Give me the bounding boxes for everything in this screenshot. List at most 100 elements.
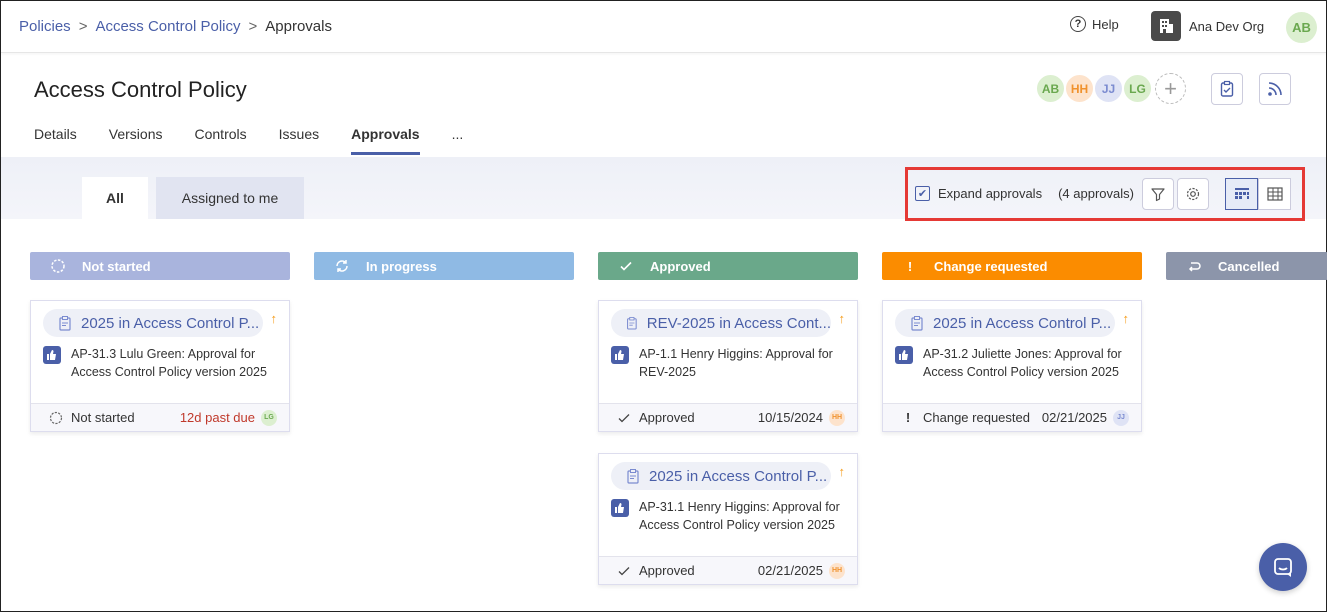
table-view-button[interactable]: [1258, 178, 1291, 210]
column-header-change-requested: ! Change requested: [882, 252, 1142, 280]
tab-more[interactable]: ...: [452, 126, 464, 155]
approval-card[interactable]: 2025 in Access Control P... ↑ AP-31.1 He…: [598, 453, 858, 585]
card-description-line: Access Control Policy version 2025: [923, 365, 1119, 379]
checkbox-checked-icon[interactable]: ✔: [915, 186, 930, 201]
exclamation-icon: !: [905, 410, 911, 425]
card-description: AP-1.1 Henry Higgins: Approval for REV-20…: [611, 345, 833, 381]
priority-arrow-icon: ↑: [270, 311, 278, 326]
member-avatar[interactable]: AB: [1035, 73, 1066, 104]
check-icon: [618, 566, 630, 575]
breadcrumb-separator: >: [78, 18, 88, 35]
approval-card[interactable]: 2025 in Access Control P... ↑ AP-31.2 Ju…: [882, 300, 1142, 432]
column-header-approved: Approved: [598, 252, 858, 280]
clipboard-icon: [911, 316, 923, 331]
card-title: 2025 in Access Control P...: [649, 467, 828, 485]
card-description: AP-31.3 Lulu Green: Approval for Access C…: [43, 345, 267, 381]
card-description-line: Access Control Policy version 2025: [71, 365, 267, 379]
check-icon: [620, 261, 632, 271]
chat-launcher-button[interactable]: [1259, 543, 1307, 591]
card-footer: Approved 02/21/2025 HH: [599, 556, 857, 584]
card-title: REV-2025 in Access Cont...: [646, 314, 831, 332]
clipboard-check-button[interactable]: [1211, 73, 1243, 105]
approvals-count: (4 approvals): [1058, 186, 1134, 201]
check-icon: [618, 413, 630, 422]
org-switcher[interactable]: Ana Dev Org: [1151, 11, 1264, 41]
card-description: AP-31.1 Henry Higgins: Approval for Acces…: [611, 498, 840, 534]
gear-icon: [1186, 187, 1200, 201]
policy-version-link[interactable]: 2025 in Access Control P...: [611, 462, 831, 490]
approval-card[interactable]: REV-2025 in Access Cont... ↑ AP-1.1 Henr…: [598, 300, 858, 432]
refresh-icon: [336, 260, 348, 272]
add-member-button[interactable]: +: [1155, 73, 1186, 104]
card-footer: ! Change requested 02/21/2025 JJ: [883, 403, 1141, 431]
card-description-line: AP-1.1 Henry Higgins: Approval for: [639, 347, 833, 361]
card-footer: Approved 10/15/2024 HH: [599, 403, 857, 431]
card-description-line: REV-2025: [639, 365, 696, 379]
tab-versions[interactable]: Versions: [109, 126, 163, 155]
priority-arrow-icon: ↑: [838, 311, 846, 326]
building-icon: [1151, 11, 1181, 41]
card-due: 02/21/2025: [1041, 410, 1107, 425]
filter-button[interactable]: [1142, 178, 1174, 210]
help-button[interactable]: ? Help: [1070, 16, 1119, 32]
card-due: 10/15/2024: [757, 410, 823, 425]
member-avatar[interactable]: JJ: [1093, 73, 1124, 104]
card-description-line: Access Control Policy version 2025: [639, 518, 835, 532]
card-status: Approved: [639, 563, 695, 578]
card-description-line: AP-31.3 Lulu Green: Approval for: [71, 347, 256, 361]
tab-approvals[interactable]: Approvals: [351, 126, 420, 155]
tab-issues[interactable]: Issues: [279, 126, 319, 155]
card-status: Not started: [71, 410, 135, 425]
policy-version-link[interactable]: 2025 in Access Control P...: [43, 309, 263, 337]
board-view-icon: [1234, 188, 1249, 199]
breadcrumb-policies[interactable]: Policies: [19, 18, 71, 35]
breadcrumb-current: Approvals: [265, 18, 332, 35]
card-due: 02/21/2025: [757, 563, 823, 578]
column-header-in-progress: In progress: [314, 252, 574, 280]
tab-assigned-to-me[interactable]: Assigned to me: [156, 177, 304, 219]
card-status: Approved: [639, 410, 695, 425]
user-avatar[interactable]: AB: [1286, 12, 1317, 43]
table-view-icon: [1266, 187, 1283, 201]
clipboard-icon: [627, 316, 637, 330]
thumbs-up-icon: [611, 499, 629, 517]
clipboard-icon: [59, 316, 71, 331]
rss-button[interactable]: [1259, 73, 1291, 105]
expand-approvals-label: Expand approvals: [938, 186, 1043, 201]
member-avatar[interactable]: LG: [1122, 73, 1153, 104]
expand-approvals-toggle[interactable]: ✔ Expand approvals (4 approvals): [915, 186, 1134, 201]
filter-icon: [1151, 188, 1165, 202]
view-switcher: [1225, 178, 1291, 210]
member-avatar[interactable]: HH: [1064, 73, 1095, 104]
column-header-not-started: Not started: [30, 252, 290, 280]
rss-icon: [1268, 82, 1282, 96]
policy-tabs: Details Versions Controls Issues Approva…: [34, 126, 495, 155]
breadcrumb-access-control-policy[interactable]: Access Control Policy: [95, 18, 240, 35]
top-bar: Policies > Access Control Policy > Appro…: [1, 1, 1326, 53]
thumbs-up-icon: [895, 346, 913, 364]
card-status: Change requested: [923, 410, 1030, 425]
tab-details[interactable]: Details: [34, 126, 77, 155]
thumbs-up-icon: [611, 346, 629, 364]
clipboard-icon: [627, 469, 639, 484]
clipboard-check-icon: [1220, 80, 1234, 97]
policy-version-link[interactable]: 2025 in Access Control P...: [895, 309, 1115, 337]
column-title: Not started: [82, 258, 151, 274]
priority-arrow-icon: ↑: [838, 464, 846, 479]
column-title: Approved: [650, 258, 711, 274]
board-view-button[interactable]: [1225, 178, 1258, 210]
card-title: 2025 in Access Control P...: [81, 314, 260, 332]
breadcrumb-separator: >: [248, 18, 258, 35]
help-icon: ?: [1070, 16, 1086, 32]
tab-controls[interactable]: Controls: [195, 126, 247, 155]
card-description-line: AP-31.1 Henry Higgins: Approval for: [639, 500, 840, 514]
assignee-avatar: HH: [829, 562, 845, 579]
tab-all[interactable]: All: [82, 177, 148, 219]
card-description: AP-31.2 Juliette Jones: Approval for Acce…: [895, 345, 1122, 381]
settings-button[interactable]: [1177, 178, 1209, 210]
column-title: Cancelled: [1218, 258, 1280, 274]
assignee-avatar: LG: [261, 409, 277, 426]
policy-version-link[interactable]: REV-2025 in Access Cont...: [611, 309, 831, 337]
circle-dashed-icon: [51, 259, 65, 273]
approval-card[interactable]: 2025 in Access Control P... ↑ AP-31.3 Lu…: [30, 300, 290, 432]
